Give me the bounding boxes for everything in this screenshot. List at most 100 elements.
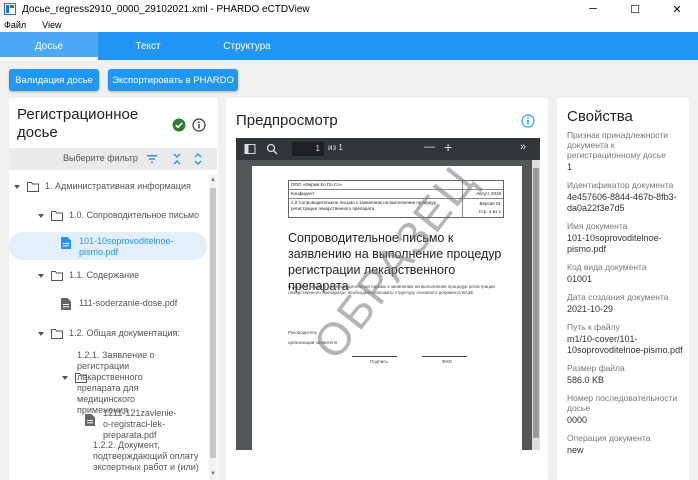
menu-view[interactable]: View: [42, 20, 61, 30]
filter-select[interactable]: Выберите фильтр: [63, 153, 138, 163]
search-icon[interactable]: [266, 143, 278, 155]
prop-label: Код вида документа: [567, 262, 647, 272]
maximize-button[interactable]: ☐: [614, 0, 656, 18]
prop-label: Операция документа: [567, 433, 651, 443]
tree-node-selected[interactable]: 101-10soprovoditelnoe-pismo.pdf: [61, 236, 199, 258]
tree-node-label: 1. Административная информация: [45, 181, 191, 191]
pdf-toolbar: 1 из 1 — + »: [236, 138, 540, 160]
tab-dossier[interactable]: Досье: [0, 32, 98, 60]
tree-node-label: 111-soderzanie-dose.pdf: [79, 298, 178, 308]
pdf-scrollbar-thumb[interactable]: [533, 168, 539, 438]
prop-label: Дата создания документа: [567, 292, 669, 302]
prop-value: 101-10soprovoditelnoe-pismo.pdf: [567, 233, 662, 254]
prop-value: 586.0 KB: [567, 375, 605, 385]
tree-node[interactable]: 1211-121zavlenie-o-registraci-lek-prepar…: [85, 408, 183, 441]
tree-node[interactable]: 1.2.1. Заявление о регистрации лекарстве…: [61, 350, 177, 416]
prop-label: Признак принадлежности документа к регис…: [567, 130, 669, 160]
info-icon[interactable]: [521, 114, 535, 128]
doc-page-count: Стр. 1 из 1: [478, 209, 501, 214]
properties-title: Свойства: [567, 108, 633, 125]
info-icon[interactable]: [192, 118, 206, 132]
caret-down-icon[interactable]: [37, 330, 45, 338]
tree-node[interactable]: 1.2. Общая документация:: [37, 328, 180, 339]
prop-label: Путь к файлу: [567, 322, 620, 332]
pdf-viewer[interactable]: 1 из 1 — + » ООО «Фирма Ко По Со» Конфид…: [236, 138, 540, 450]
dossier-title: Регистрационное досье: [17, 106, 139, 141]
doc-sig-name: ФИО: [442, 359, 453, 364]
prop-value: 01001: [567, 274, 593, 284]
prop-label: Имя документа: [567, 221, 628, 231]
tree-node-label: 1.2. Общая документация:: [69, 328, 180, 338]
pdf-scrollbar[interactable]: [532, 160, 540, 450]
prop-value: 0000: [567, 415, 588, 425]
tree-node[interactable]: 111-soderzanie-dose.pdf: [61, 298, 177, 310]
double-chevron-right-icon[interactable]: »: [520, 141, 526, 153]
expand-all-icon[interactable]: [192, 152, 204, 166]
tree-node-label: 101-10soprovoditelnoe-pismo.pdf: [79, 236, 174, 257]
page-number-input[interactable]: 1: [292, 142, 324, 156]
scrollbar-thumb[interactable]: [210, 188, 216, 458]
tree-node-label: 1.0. Сопроводительное письмо: [69, 210, 200, 220]
tree-node[interactable]: 1.2.2. Документ, подтверждающий оплату э…: [93, 440, 205, 473]
prop-value: 4e457606-8844-467b-8fb3-da0a22f3e7d5: [567, 192, 677, 213]
pdf-page: ООО «Фирма Ко По Со» Конфидент Август 20…: [252, 166, 522, 450]
scroll-up-arrow-icon[interactable]: ▲: [210, 176, 216, 184]
tree-node[interactable]: 1.0. Сопроводительное письмо: [37, 210, 199, 221]
menu-file[interactable]: Файл: [4, 20, 26, 30]
prop-value: 1: [567, 162, 573, 172]
prop-label: Размер файла: [567, 363, 625, 373]
folder-icon: [51, 211, 63, 221]
tree-node-label: 1.2.1. Заявление о регистрации лекарстве…: [77, 350, 155, 415]
menu-bar: Файл View: [0, 18, 698, 32]
properties-panel: Свойства Признак принадлежности документ…: [557, 98, 689, 480]
pdf-file-icon: [61, 237, 71, 249]
filter-bar: Выберите фильтр: [9, 148, 217, 170]
tree-node-label: 1.1. Содержание: [69, 270, 140, 280]
collapse-all-icon[interactable]: [171, 152, 183, 166]
tree-node-label: 1.2.2. Документ, подтверждающий оплату э…: [93, 440, 199, 472]
folder-icon: [51, 329, 63, 339]
app-icon: [4, 3, 16, 15]
close-button[interactable]: ✕: [656, 0, 698, 18]
doc-sign-line: [352, 356, 397, 357]
folder-icon: [27, 182, 39, 192]
zoom-out-button[interactable]: —: [424, 141, 435, 153]
pdf-file-icon: [61, 298, 71, 310]
doc-sig-sign: Подпись: [370, 359, 388, 364]
tree-node[interactable]: 1. Административная информация: [13, 181, 191, 192]
zoom-in-button[interactable]: +: [444, 139, 452, 155]
dossier-panel: Регистрационное досье Выберите фильтр 1.…: [9, 98, 218, 480]
validate-dossier-button[interactable]: Валидация досье: [9, 69, 99, 91]
caret-down-icon[interactable]: [13, 183, 21, 191]
tree-scrollbar[interactable]: ▲ ▼: [209, 174, 217, 480]
tab-text[interactable]: Текст: [98, 32, 198, 60]
active-tab-indicator: [0, 57, 98, 60]
prop-label: Идентификатор документа: [567, 180, 674, 190]
prop-value: 2021-10-29: [567, 304, 614, 314]
folder-icon: [51, 271, 63, 281]
main-tabs: Досье Текст Структура: [0, 32, 698, 60]
preview-panel: Предпросмотр 1 из 1 — + » ООО «Фирма Ко …: [226, 98, 548, 480]
prop-value: new: [567, 445, 584, 455]
tree-node-label: 1211-121zavlenie-o-registraci-lek-prepar…: [103, 408, 177, 440]
export-phardo-button[interactable]: Экспортировать в PHARDO: [108, 69, 238, 91]
window-titlebar: Досье_regress2910_0000_29102021.xml - PH…: [0, 0, 698, 18]
preview-title: Предпросмотр: [236, 112, 338, 129]
doc-name-line: [422, 356, 467, 357]
dossier-tree: 1. Административная информация 1.0. Сопр…: [9, 174, 209, 480]
caret-down-icon[interactable]: [37, 212, 45, 220]
caret-down-icon[interactable]: [37, 272, 45, 280]
sidebar-toggle-icon[interactable]: [244, 143, 256, 155]
scroll-down-arrow-icon[interactable]: ▼: [210, 470, 216, 478]
prop-value: m1/10-cover/101-10soprovoditelnoe-pismo.…: [567, 334, 683, 355]
tab-structure[interactable]: Структура: [198, 32, 296, 60]
tree-node[interactable]: 1.1. Содержание: [37, 270, 139, 281]
window-title: Досье_regress2910_0000_29102021.xml - PH…: [22, 3, 310, 15]
caret-down-icon[interactable]: [61, 374, 69, 382]
check-circle-icon: [172, 118, 186, 132]
minimize-button[interactable]: ─: [572, 0, 614, 18]
page-total: из 1: [328, 143, 343, 152]
properties-list: Признак принадлежности документа к регис…: [567, 130, 689, 463]
filter-icon[interactable]: [146, 153, 158, 165]
pdf-file-icon: [85, 414, 95, 426]
